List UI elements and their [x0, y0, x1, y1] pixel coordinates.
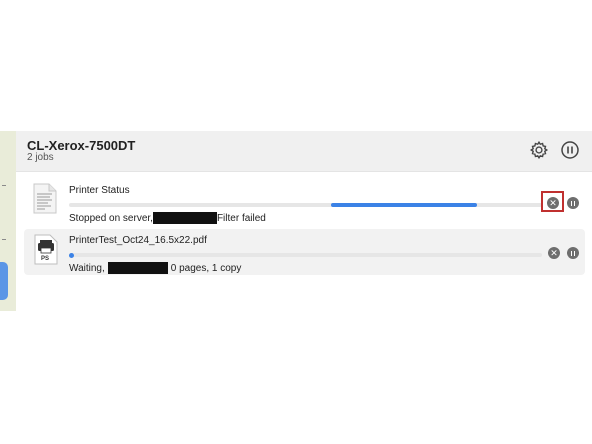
job-status-prefix: Stopped on server, [69, 212, 153, 224]
close-icon: ✕ [550, 247, 558, 258]
gear-icon[interactable] [528, 139, 550, 161]
job-title: Printer Status [69, 185, 130, 196]
redacted-text [152, 212, 217, 224]
print-job-row[interactable]: PS PrinterTest_Oct24_16.5x22.pdf Waiting… [24, 229, 585, 275]
pause-job-button[interactable] [567, 197, 579, 209]
print-queue-panel: CL-Xerox-7500DT 2 jobs Printer Status St… [16, 131, 592, 311]
print-job-row[interactable]: Printer Status Stopped on server, Filter… [24, 179, 585, 225]
jobs-count: 2 jobs [27, 152, 54, 163]
job-progress-track [69, 252, 542, 258]
ps-label: PS [41, 256, 50, 262]
job-progress-fill [69, 252, 74, 258]
cancel-job-button[interactable]: ✕ [547, 197, 559, 209]
document-icon [33, 183, 57, 214]
redacted-text [107, 262, 168, 274]
job-status-prefix: Waiting, [69, 262, 105, 274]
job-title: PrinterTest_Oct24_16.5x22.pdf [69, 235, 207, 246]
cancel-job-button[interactable]: ✕ [548, 247, 560, 259]
job-status-suffix: 0 pages, 1 copy [170, 262, 242, 274]
job-progress-track [69, 203, 542, 207]
sidebar-mark [2, 239, 6, 240]
pause-circle-icon[interactable] [560, 140, 580, 160]
sidebar-selected-item[interactable] [0, 262, 8, 300]
job-status: Waiting, 0 pages, 1 copy [69, 262, 241, 274]
job-progress-fill [331, 203, 477, 207]
job-status: Stopped on server, Filter failed [69, 212, 266, 224]
pause-job-button[interactable] [567, 247, 579, 259]
pause-icon [570, 200, 576, 206]
pause-icon [570, 250, 576, 256]
job-status-suffix: Filter failed [216, 212, 266, 224]
close-icon: ✕ [549, 197, 557, 208]
printer-name: CL-Xerox-7500DT [27, 138, 136, 153]
sidebar-mark [2, 185, 6, 186]
queue-header: CL-Xerox-7500DT 2 jobs [16, 131, 592, 172]
